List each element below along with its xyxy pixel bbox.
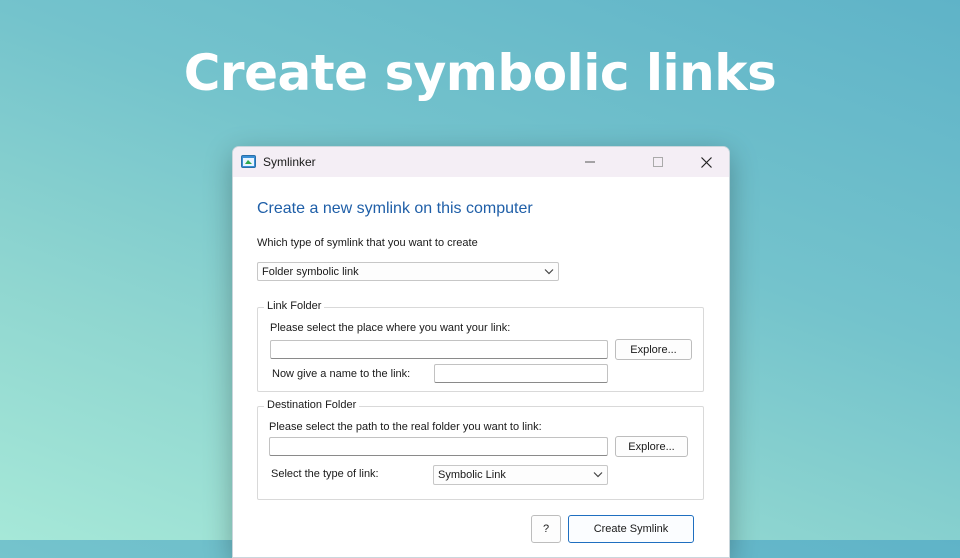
destination-path-label: Please select the path to the real folde… <box>269 421 542 433</box>
close-button[interactable] <box>683 147 729 177</box>
link-place-label: Please select the place where you want y… <box>270 322 511 334</box>
link-name-label: Now give a name to the link: <box>272 368 411 380</box>
banner-headline: Create symbolic links <box>183 44 777 102</box>
symlink-type-label: Which type of symlink that you want to c… <box>257 237 478 249</box>
window-title: Symlinker <box>263 155 316 169</box>
link-folder-group: Link Folder Please select the place wher… <box>257 300 704 392</box>
link-type-value: Symbolic Link <box>438 469 506 481</box>
destination-folder-title: Destination Folder <box>264 399 360 411</box>
link-explore-button[interactable]: Explore... <box>615 339 692 360</box>
destination-folder-group: Destination Folder Please select the pat… <box>257 399 704 500</box>
minimize-icon <box>585 161 595 163</box>
minimize-button[interactable] <box>567 147 613 177</box>
destination-explore-button[interactable]: Explore... <box>615 436 688 457</box>
link-name-input[interactable] <box>434 364 608 383</box>
form-heading: Create a new symlink on this computer <box>257 200 533 217</box>
symlink-type-value: Folder symbolic link <box>262 266 359 278</box>
destination-path-input[interactable] <box>269 437 608 456</box>
close-icon <box>700 156 712 168</box>
maximize-icon <box>653 157 663 167</box>
link-place-input[interactable] <box>270 340 608 359</box>
help-button[interactable]: ? <box>531 515 561 543</box>
link-folder-title: Link Folder <box>264 300 325 312</box>
symlinker-window: Symlinker Create a new symlink on this c… <box>232 146 730 558</box>
link-type-label: Select the type of link: <box>271 468 379 480</box>
app-icon <box>241 155 256 168</box>
link-type-select[interactable]: Symbolic Link <box>433 465 608 485</box>
title-bar[interactable]: Symlinker <box>233 147 729 177</box>
chevron-down-icon <box>593 472 603 478</box>
maximize-button[interactable] <box>635 147 681 177</box>
create-symlink-button[interactable]: Create Symlink <box>568 515 694 543</box>
chevron-down-icon <box>544 269 554 275</box>
symlink-type-select[interactable]: Folder symbolic link <box>257 262 559 281</box>
